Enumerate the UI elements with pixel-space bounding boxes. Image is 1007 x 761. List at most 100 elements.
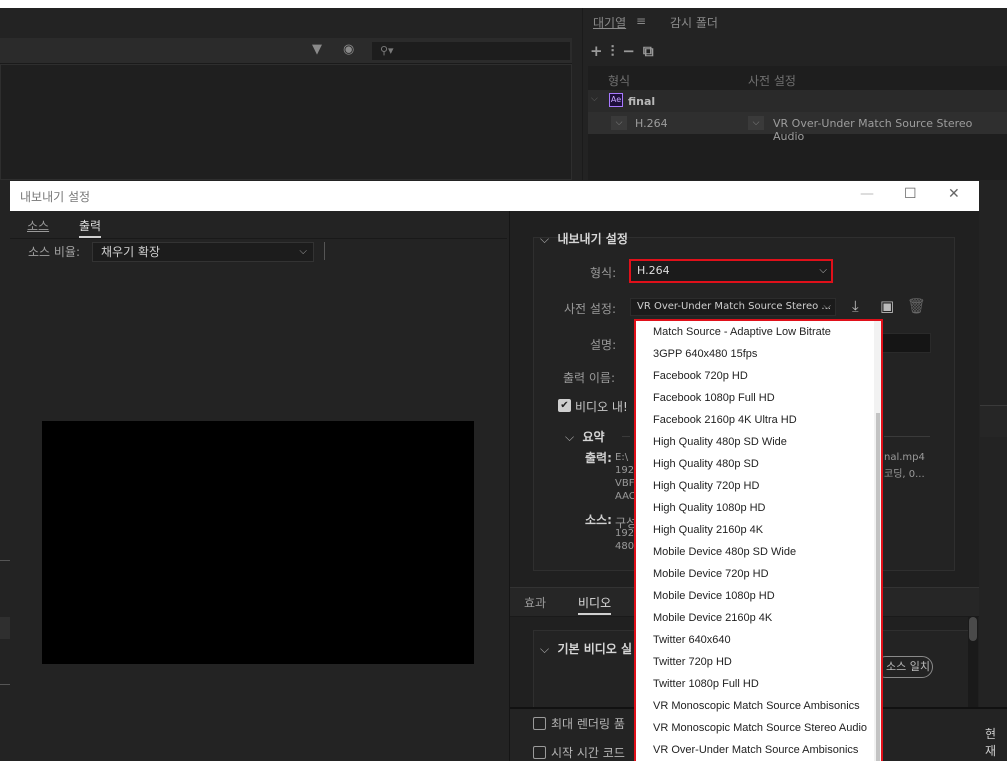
summary-output-line: AAC bbox=[615, 491, 636, 502]
export-video-label: 비디오 내! bbox=[575, 400, 628, 414]
preset-option[interactable]: Mobile Device 480p SD Wide bbox=[636, 541, 876, 563]
summary-source-line: 480 bbox=[615, 541, 635, 552]
format-label: 형식: bbox=[590, 266, 617, 280]
max-render-quality-label: 최대 렌더링 품 bbox=[551, 717, 625, 731]
summary-output-encoding: 코딩, 0... bbox=[884, 469, 925, 480]
tab-video[interactable]: 비디오 bbox=[578, 594, 612, 615]
preset-label: 사전 설정: bbox=[564, 302, 617, 316]
preset-option[interactable]: 3GPP 640x480 15fps bbox=[636, 343, 876, 365]
source-ratio-label: 소스 비율: bbox=[28, 245, 81, 259]
format-dropdown-icon[interactable]: ⌵ bbox=[611, 116, 627, 130]
summary-output-label: 출력: bbox=[585, 451, 612, 465]
save-preset-icon[interactable]: ⤓ bbox=[852, 297, 859, 315]
dialog-titlebar bbox=[10, 181, 979, 211]
panel-divider bbox=[980, 405, 1007, 437]
video-preview[interactable] bbox=[42, 421, 474, 664]
max-render-quality-checkbox[interactable] bbox=[533, 717, 546, 730]
duplicate-icon[interactable]: ⧉ bbox=[643, 42, 662, 60]
basic-video-heading-text: 기본 비디오 실 bbox=[557, 642, 633, 656]
summary-output-line: E:\ bbox=[615, 452, 629, 463]
remove-icon[interactable]: − bbox=[622, 42, 643, 60]
column-preset: 사전 설정 bbox=[748, 74, 796, 88]
description-label: 설명: bbox=[590, 338, 617, 352]
preset-option[interactable]: High Quality 2160p 4K bbox=[636, 519, 876, 541]
add-icon[interactable]: + bbox=[590, 42, 611, 60]
export-settings-heading-text: 내보내기 설정 bbox=[557, 232, 628, 246]
match-source-button[interactable]: 소스 일치 bbox=[875, 656, 933, 678]
search-input[interactable]: ⚲▾ bbox=[372, 42, 570, 60]
source-ratio-value: 채우기 확장 bbox=[101, 245, 161, 259]
preset-option[interactable]: Match Source - Adaptive Low Bitrate bbox=[636, 321, 876, 343]
maximize-icon[interactable]: ☐ bbox=[904, 186, 917, 202]
import-preset-icon[interactable]: ▣ bbox=[880, 297, 894, 315]
preset-dropdown-list[interactable]: Match Source - Adaptive Low Bitrate 3GPP … bbox=[634, 319, 883, 761]
tab-source[interactable]: 소스 bbox=[27, 217, 49, 234]
filter-icon[interactable]: ▼ bbox=[312, 42, 322, 57]
queue-item-preset[interactable]: VR Over-Under Match Source Stereo Audio bbox=[773, 117, 1007, 143]
basic-video-heading[interactable]: ⌵ 기본 비디오 실 bbox=[540, 640, 632, 657]
panel-menu-icon[interactable]: ≡ bbox=[636, 14, 646, 28]
preset-select[interactable]: VR Over-Under Match Source Stereo ... ⌵ bbox=[630, 298, 836, 316]
start-timecode-checkbox[interactable] bbox=[533, 746, 546, 759]
divider bbox=[884, 436, 930, 437]
tab-queue[interactable]: 대기열 bbox=[593, 14, 626, 31]
chevron-down-icon: ⌵ bbox=[819, 265, 827, 276]
preset-option[interactable]: VR Monoscopic Match Source Stereo Audio bbox=[636, 717, 876, 739]
background-row bbox=[0, 617, 10, 639]
preset-option[interactable]: Mobile Device 2160p 4K bbox=[636, 607, 876, 629]
export-video-checkbox[interactable]: ✔ bbox=[558, 399, 571, 412]
eye-icon[interactable]: ◉ bbox=[343, 42, 354, 57]
preset-option[interactable]: High Quality 1080p HD bbox=[636, 497, 876, 519]
dialog-title: 내보내기 설정 bbox=[20, 190, 91, 204]
preset-option[interactable]: Facebook 2160p 4K Ultra HD bbox=[636, 409, 876, 431]
settings-icon[interactable]: ⫶ bbox=[611, 42, 623, 60]
column-format: 형식 bbox=[608, 74, 631, 88]
preset-option[interactable]: Facebook 1080p Full HD bbox=[636, 387, 876, 409]
tab-watch-folders[interactable]: 감시 폴더 bbox=[670, 14, 718, 31]
preset-option[interactable]: VR Monoscopic Match Source Ambisonics bbox=[636, 695, 876, 717]
preset-value: VR Over-Under Match Source Stereo ... bbox=[637, 301, 831, 312]
export-settings-heading[interactable]: ⌵ 내보내기 설정 bbox=[540, 230, 628, 247]
chevron-down-icon: ⌵ bbox=[540, 232, 550, 246]
output-name-label: 출력 이름: bbox=[563, 371, 616, 385]
format-select[interactable]: H.264 ⌵ bbox=[629, 259, 833, 283]
description-field[interactable] bbox=[880, 333, 931, 353]
tab-effects[interactable]: 효과 bbox=[524, 594, 546, 611]
summary-source-line: 192 bbox=[615, 528, 635, 539]
preset-option[interactable]: Facebook 720p HD bbox=[636, 365, 876, 387]
preset-option[interactable]: High Quality 480p SD bbox=[636, 453, 876, 475]
source-ratio-select[interactable]: 채우기 확장 ⌵ bbox=[92, 242, 314, 262]
summary-output-line: 192 bbox=[615, 465, 635, 476]
summary-heading[interactable]: ⌵ 요약 bbox=[565, 428, 605, 445]
tab-output[interactable]: 출력 bbox=[79, 217, 102, 238]
preset-option[interactable]: Twitter 640x640 bbox=[636, 629, 876, 651]
delete-preset-icon[interactable]: 🗑 bbox=[907, 297, 926, 315]
preset-option[interactable]: VR Over-Under Match Source Ambisonics bbox=[636, 739, 876, 761]
preset-option[interactable]: High Quality 720p HD bbox=[636, 475, 876, 497]
current-label: 현재 bbox=[985, 727, 997, 758]
dropdown-scrollbar-thumb[interactable] bbox=[876, 413, 880, 761]
preset-option[interactable]: Twitter 1080p Full HD bbox=[636, 673, 876, 695]
divider bbox=[0, 560, 10, 561]
expand-chevron-icon[interactable]: ⌵ bbox=[591, 94, 598, 104]
chevron-down-icon: ⌵ bbox=[565, 430, 575, 444]
summary-output-line: VBF bbox=[615, 478, 635, 489]
queue-toolbar: +⫶−⧉ bbox=[590, 42, 662, 60]
preset-option[interactable]: Mobile Device 1080p HD bbox=[636, 585, 876, 607]
preset-dropdown-icon[interactable]: ⌵ bbox=[748, 116, 764, 130]
preset-options: Match Source - Adaptive Low Bitrate 3GPP … bbox=[636, 321, 876, 761]
minimize-icon[interactable]: — bbox=[860, 186, 874, 202]
preset-option[interactable]: High Quality 480p SD Wide bbox=[636, 431, 876, 453]
top-strip bbox=[0, 0, 1007, 8]
summary-heading-text: 요약 bbox=[582, 430, 605, 444]
start-timecode-label: 시작 시간 코드 bbox=[551, 746, 625, 760]
summary-source-label: 소스: bbox=[585, 513, 612, 527]
divider bbox=[324, 242, 325, 260]
close-icon[interactable]: ✕ bbox=[948, 186, 960, 202]
background-content-area bbox=[0, 64, 572, 180]
summary-output-filename: nal.mp4 bbox=[884, 452, 925, 463]
scrollbar-thumb[interactable] bbox=[969, 617, 977, 641]
preset-option[interactable]: Twitter 720p HD bbox=[636, 651, 876, 673]
queue-item-format[interactable]: H.264 bbox=[635, 117, 668, 130]
preset-option[interactable]: Mobile Device 720p HD bbox=[636, 563, 876, 585]
